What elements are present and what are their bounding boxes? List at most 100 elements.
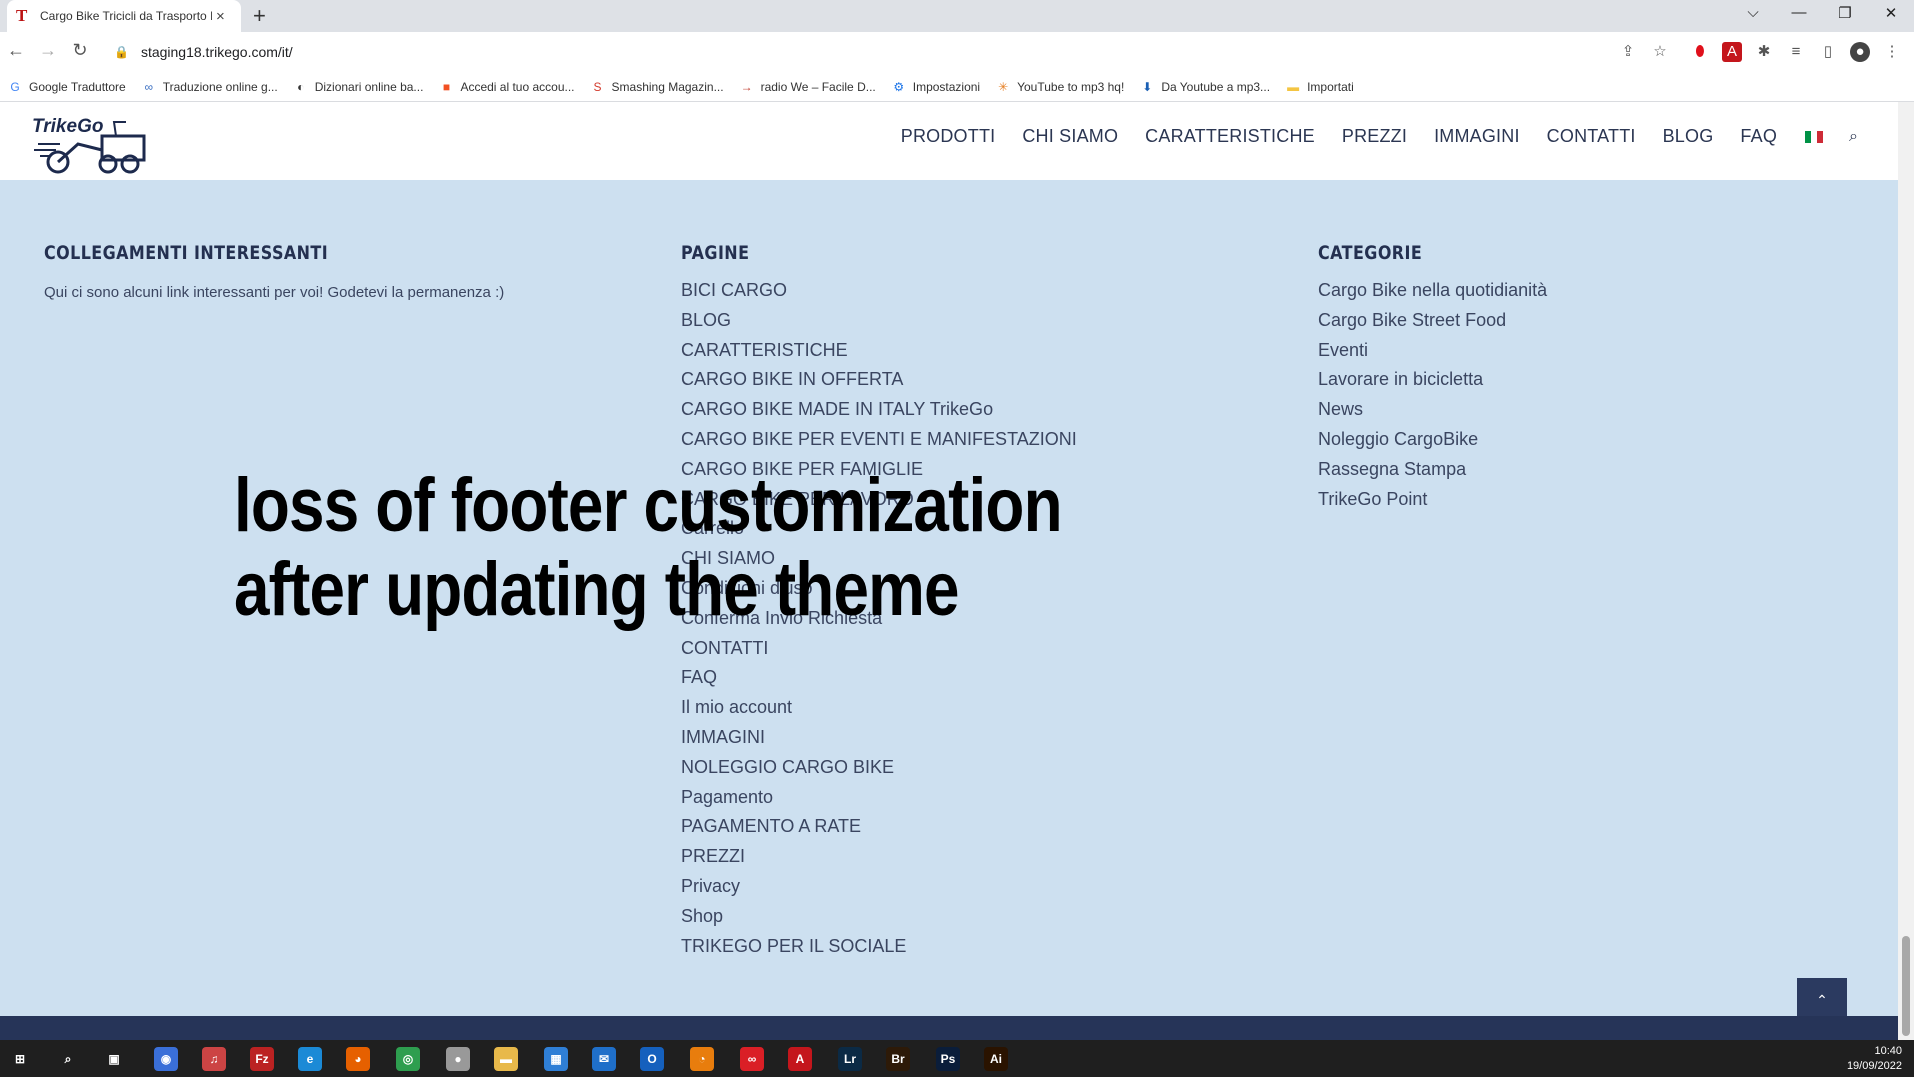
bookmark-label: Google Traduttore: [29, 79, 126, 94]
bookmark-item[interactable]: S Smashing Magazin...: [591, 80, 724, 94]
side-panel-icon[interactable]: ▯: [1818, 42, 1838, 62]
explorer-icon[interactable]: ▬: [494, 1047, 518, 1071]
bookmark-item[interactable]: → radio We – Facile D...: [740, 80, 876, 94]
footer-link[interactable]: Shop: [681, 902, 1077, 932]
close-window-button[interactable]: ✕: [1868, 4, 1914, 22]
footer-link[interactable]: PAGAMENTO A RATE: [681, 812, 1077, 842]
scrollbar-thumb[interactable]: [1902, 936, 1910, 1036]
footer-link[interactable]: Noleggio CargoBike: [1318, 425, 1547, 455]
footer-link[interactable]: Rassegna Stampa: [1318, 455, 1547, 485]
footer-link[interactable]: TRIKEGO PER IL SOCIALE: [681, 932, 1077, 962]
edge-icon[interactable]: e: [298, 1047, 322, 1071]
opera-extension-icon[interactable]: ⬮: [1690, 42, 1710, 62]
bookmark-star-icon[interactable]: ☆: [1650, 42, 1670, 62]
new-tab-button[interactable]: +: [253, 5, 266, 27]
blender-icon[interactable]: ◔: [690, 1047, 714, 1071]
bookmark-item[interactable]: ∞ Traduzione online g...: [142, 79, 277, 94]
minimize-button[interactable]: —: [1776, 4, 1822, 21]
windows-taskbar: 10:40 19/09/2022 ⊞ ⌕ ▣ ◉ ♫ Fz e ◕ ◎ ● ▬ ▦ ✉ O ◔ ∞ A Lr Br P…: [0, 1040, 1914, 1077]
trikego-logo[interactable]: TrikeGo: [30, 110, 148, 174]
restore-button[interactable]: ❐: [1822, 4, 1868, 22]
lightroom-icon[interactable]: Lr: [838, 1047, 862, 1071]
footer-link[interactable]: CARGO BIKE PER EVENTI E MANIFESTAZIONI: [681, 425, 1077, 455]
browser-toolbar: ← → ↻ 🔒 staging18.trikego.com/it/ ⇪ ☆ ⬮ …: [0, 32, 1914, 72]
nav-item-prezzi[interactable]: PREZZI: [1342, 126, 1407, 147]
system-clock[interactable]: 10:40 19/09/2022: [1847, 1044, 1902, 1074]
footer-link[interactable]: Il mio account: [681, 693, 1077, 723]
outlook-icon[interactable]: O: [640, 1047, 664, 1071]
back-icon[interactable]: ←: [4, 40, 28, 61]
chrome-icon[interactable]: ◎: [396, 1047, 420, 1071]
extensions-puzzle-icon[interactable]: ✱: [1754, 42, 1774, 62]
dictionary-icon: ◐: [297, 79, 305, 94]
photoshop-icon[interactable]: Ps: [936, 1047, 960, 1071]
media-control-icon[interactable]: ≡: [1786, 42, 1806, 62]
start-icon[interactable]: ⊞: [8, 1047, 32, 1071]
nav-item-contatti[interactable]: CONTATTI: [1547, 126, 1636, 147]
bridge-icon[interactable]: Br: [886, 1047, 910, 1071]
nav-item-immagini[interactable]: IMMAGINI: [1434, 126, 1520, 147]
nav-item-faq[interactable]: FAQ: [1740, 126, 1777, 147]
footer-link[interactable]: CONTATTI: [681, 634, 1077, 664]
bookmark-item[interactable]: ◐ Dizionari online ba...: [294, 79, 423, 94]
profile-avatar[interactable]: ●: [1850, 42, 1870, 62]
search-icon[interactable]: ⌕: [1849, 128, 1858, 146]
footer-link[interactable]: BLOG: [681, 306, 1077, 336]
circle-icon[interactable]: ●: [446, 1047, 470, 1071]
forward-icon[interactable]: →: [36, 40, 60, 61]
footer-link[interactable]: News: [1318, 395, 1547, 425]
store-icon[interactable]: ▦: [544, 1047, 568, 1071]
footer-link[interactable]: Lavorare in bicicletta: [1318, 365, 1547, 395]
infinity-icon: ∞: [144, 79, 154, 94]
bookmark-item[interactable]: ⚙ Impostazioni: [892, 80, 980, 94]
nav-item-prodotti[interactable]: PRODOTTI: [901, 126, 996, 147]
footer-link[interactable]: CARGO BIKE MADE IN ITALY TrikeGo: [681, 395, 1077, 425]
folder-icon: ▬: [1287, 79, 1300, 94]
address-bar[interactable]: 🔒 staging18.trikego.com/it/: [104, 36, 1684, 68]
acrobat-icon[interactable]: A: [788, 1047, 812, 1071]
illustrator-icon[interactable]: Ai: [984, 1047, 1008, 1071]
bookmark-item[interactable]: G Google Traduttore: [8, 79, 126, 94]
bookmark-label: YouTube to mp3 hq!: [1017, 79, 1125, 94]
clock-time: 10:40: [1874, 1045, 1902, 1057]
share-icon[interactable]: ⇪: [1618, 42, 1638, 62]
page-scrollbar[interactable]: [1898, 102, 1914, 1040]
italian-flag-icon[interactable]: [1805, 130, 1824, 143]
footer-link[interactable]: PREZZI: [681, 842, 1077, 872]
footer-link[interactable]: FAQ: [681, 663, 1077, 693]
filezilla-icon[interactable]: Fz: [250, 1047, 274, 1071]
footer-link[interactable]: Privacy: [681, 872, 1077, 902]
footer-link[interactable]: Cargo Bike nella quotidianità: [1318, 276, 1547, 306]
browser-tab[interactable]: T Cargo Bike Tricicli da Trasporto B ×: [7, 0, 241, 32]
footer-link[interactable]: TrikeGo Point: [1318, 485, 1547, 515]
menu-kebab-icon[interactable]: ⋮: [1882, 42, 1902, 62]
bookmark-item[interactable]: ■ Accedi al tuo accou...: [439, 80, 575, 94]
footer-link[interactable]: CARATTERISTICHE: [681, 336, 1077, 366]
tab-close-icon[interactable]: ×: [216, 8, 225, 25]
search-icon[interactable]: ⌕: [56, 1047, 80, 1071]
app-icon[interactable]: ◉: [154, 1047, 178, 1071]
reload-icon[interactable]: ↻: [68, 40, 92, 61]
music-icon[interactable]: ♫: [202, 1047, 226, 1071]
firefox-icon[interactable]: ◕: [346, 1047, 370, 1071]
nav-item-caratteristiche[interactable]: CARATTERISTICHE: [1145, 126, 1315, 147]
scroll-to-top-button[interactable]: ⌃: [1797, 978, 1847, 1018]
acrobat-extension-icon[interactable]: A: [1722, 42, 1742, 62]
footer-link[interactable]: IMMAGINI: [681, 723, 1077, 753]
footer-link[interactable]: Eventi: [1318, 336, 1547, 366]
tab-search-icon[interactable]: ⌵: [1730, 4, 1776, 21]
task-view-icon[interactable]: ▣: [102, 1047, 126, 1071]
creative-cloud-icon[interactable]: ∞: [740, 1047, 764, 1071]
download-icon: ⬇: [1142, 79, 1153, 94]
bookmark-item[interactable]: ✳ YouTube to mp3 hq!: [996, 80, 1124, 94]
footer-link[interactable]: CARGO BIKE IN OFFERTA: [681, 365, 1077, 395]
nav-item-blog[interactable]: BLOG: [1663, 126, 1714, 147]
nav-item-chi-siamo[interactable]: CHI SIAMO: [1022, 126, 1118, 147]
footer-link[interactable]: Cargo Bike Street Food: [1318, 306, 1547, 336]
footer-link[interactable]: NOLEGGIO CARGO BIKE: [681, 753, 1077, 783]
footer-link[interactable]: Pagamento: [681, 783, 1077, 813]
footer-link[interactable]: BICI CARGO: [681, 276, 1077, 306]
bookmark-item[interactable]: ⬇ Da Youtube a mp3...: [1140, 80, 1270, 94]
bookmark-item[interactable]: ▬ Importati: [1286, 80, 1354, 94]
mail-icon[interactable]: ✉: [592, 1047, 616, 1071]
